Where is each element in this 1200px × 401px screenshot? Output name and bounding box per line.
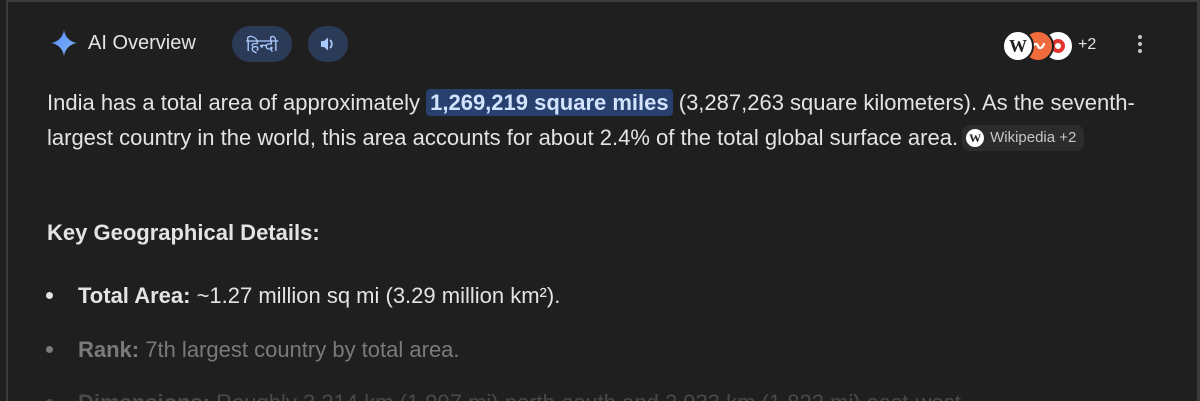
ai-overview-title: AI Overview [88,32,196,54]
wikipedia-icon: W [966,128,985,147]
gemini-sparkle-icon [51,30,77,56]
list-item: Total Area: ~1.27 million sq mi (3.29 mi… [0,279,1200,313]
bullet [46,346,53,353]
speaker-icon [321,37,333,51]
bullet [46,292,53,299]
citation-chip[interactable]: W Wikipedia +2 [962,124,1085,151]
more-dot [1138,42,1142,46]
ai-overview-panel: AI Overview हिन्दी W +2 India has a tota… [0,0,1200,401]
item-text: 7th largest country by total area. [139,337,460,362]
more-dot [1138,49,1142,53]
listen-button[interactable] [308,26,348,62]
section-heading: Key Geographical Details: [47,220,320,245]
item-label: Total Area: [78,283,191,308]
panel-top-border [6,0,1200,2]
item-label: Rank: [78,337,140,362]
highlighted-answer: 1,269,219 square miles [426,89,673,116]
list-item: Dimensions: Roughly 3,214 km (1,997 mi) … [0,386,1200,401]
more-options-button[interactable] [1128,30,1152,58]
citation-label: Wikipedia +2 [990,128,1077,146]
ai-overview-header: AI Overview हिन्दी W +2 [0,24,1200,64]
wikipedia-icon: W [1002,30,1034,62]
item-text: ~1.27 million sq mi (3.29 million km²). [190,283,561,308]
more-dot [1138,35,1142,39]
sources-count: +2 [1078,36,1097,53]
item-text: Roughly 3,214 km (1,997 mi) north-south … [210,390,967,401]
overview-paragraph: India has a total area of approximately … [47,86,1157,155]
item-label: Dimensions: [78,390,210,401]
overview-text-start: India has a total area of approximately [47,90,427,115]
list-item: Rank: 7th largest country by total area. [0,333,1200,367]
sources-button[interactable]: W +2 [1002,30,1112,62]
language-label: हिन्दी [245,35,279,56]
language-toggle-button[interactable]: हिन्दी [232,26,292,62]
